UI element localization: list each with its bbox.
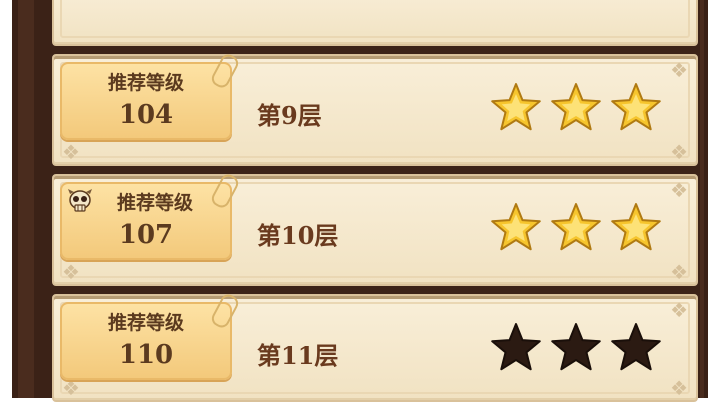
floor-label: 第11层 (257, 341, 339, 370)
ornament-icon: ❖ (670, 376, 688, 400)
star-filled-icon (491, 83, 541, 131)
star-empty-icon (551, 323, 601, 371)
ornament-icon: ❖ (62, 140, 80, 164)
level-card[interactable]: ❖ ❖ ❖ 推荐等级 110 第11层 (52, 291, 698, 402)
level-card[interactable]: ❖ ❖ ❖ 推荐等级 107 第10层 (52, 171, 698, 286)
ornament-icon: ❖ (670, 178, 688, 202)
badge-label: 推荐等级 (107, 312, 184, 334)
star-filled-icon (551, 83, 601, 131)
star-filled-icon (611, 83, 661, 131)
recommended-level-value: 107 (118, 220, 174, 250)
star-empty-icon (491, 323, 541, 371)
partial-level-card (52, 0, 698, 46)
recommended-level-badge: 推荐等级 107 (60, 171, 241, 260)
ornament-icon: ❖ (670, 58, 688, 82)
recommended-level-badge: 推荐等级 104 (60, 51, 241, 140)
recommended-level-value: 104 (118, 100, 174, 130)
star-filled-icon (611, 203, 661, 251)
star-rating (490, 322, 670, 374)
ornament-icon: ❖ (62, 376, 80, 400)
recommended-level-value: 110 (118, 340, 174, 370)
card-inner-border (60, 0, 690, 38)
badge-label: 推荐等级 (116, 192, 193, 214)
star-filled-icon (551, 203, 601, 251)
level-card[interactable]: ❖ ❖ ❖ 推荐等级 104 第9层 (52, 51, 698, 166)
ornament-icon: ❖ (670, 140, 688, 164)
ornament-icon: ❖ (670, 260, 688, 284)
recommended-level-badge: 推荐等级 110 (60, 291, 241, 380)
floor-label: 第10层 (257, 221, 339, 250)
floor-label: 第9层 (257, 101, 322, 130)
star-filled-icon (491, 203, 541, 251)
badge-label: 推荐等级 (107, 72, 184, 94)
star-empty-icon (611, 323, 661, 371)
ornament-icon: ❖ (62, 260, 80, 284)
star-rating (490, 82, 670, 134)
star-rating (490, 202, 670, 254)
ornament-icon: ❖ (670, 298, 688, 322)
